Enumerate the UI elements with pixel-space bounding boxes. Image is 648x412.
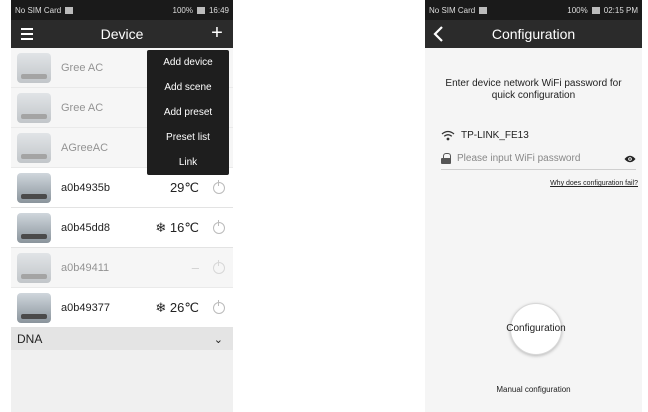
page-title: Configuration [491, 26, 576, 42]
power-icon[interactable] [213, 259, 225, 274]
carrier-text: No SIM Card [15, 5, 62, 15]
device-temperature: ❄ 26℃ [155, 299, 199, 315]
power-icon[interactable] [213, 299, 225, 314]
clock-text: 02:15 PM [603, 5, 638, 15]
device-screen: No SIM Card 100% 16:49 Device + Gree AC … [11, 0, 233, 412]
manual-configuration-link[interactable]: Manual configuration [425, 385, 642, 394]
instruction-text: Enter device network WiFi password for q… [445, 78, 622, 101]
wifi-ssid: TP-LINK_FE13 [461, 129, 529, 141]
menu-icon[interactable] [13, 20, 41, 48]
device-name: a0b4935b [61, 181, 110, 194]
list-item[interactable]: a0b45dd8 ❄ 16℃ [11, 208, 233, 248]
device-name: a0b49377 [61, 301, 110, 314]
lock-icon [441, 153, 451, 164]
device-temperature: – [191, 260, 199, 275]
plus-icon[interactable]: + [207, 23, 227, 44]
device-thumbnail [17, 212, 51, 243]
chevron-down-icon[interactable]: ⌄ [214, 333, 223, 346]
list-item[interactable]: a0b49411 – [11, 248, 233, 288]
menu-item-preset-list[interactable]: Preset list [147, 125, 229, 150]
battery-text: 100% [172, 5, 193, 15]
sim-icon [65, 6, 74, 14]
device-thumbnail [17, 172, 51, 203]
battery-icon [196, 6, 205, 14]
battery-icon [591, 6, 600, 14]
password-field[interactable]: Please input WiFi password [441, 148, 636, 170]
device-temperature: 29℃ [169, 179, 199, 195]
menu-item-add-device[interactable]: Add device [147, 50, 229, 75]
device-name: a0b49411 [61, 261, 110, 274]
eye-icon[interactable] [624, 155, 636, 163]
device-thumbnail [17, 252, 51, 283]
menu-item-add-preset[interactable]: Add preset [147, 100, 229, 125]
sim-icon [479, 6, 488, 14]
wifi-icon [441, 130, 455, 140]
device-thumbnail [17, 292, 51, 323]
menu-item-link[interactable]: Link [147, 150, 229, 175]
menu-item-add-scene[interactable]: Add scene [147, 75, 229, 100]
device-name: a0b45dd8 [61, 221, 110, 234]
status-bar: No SIM Card 100% 02:15 PM [425, 0, 642, 20]
configuration-screen: No SIM Card 100% 02:15 PM Configuration … [425, 0, 642, 412]
configuration-content: Enter device network WiFi password for q… [425, 48, 642, 412]
clock-text: 16:49 [208, 5, 229, 15]
password-placeholder[interactable]: Please input WiFi password [457, 153, 618, 164]
wifi-network-row: TP-LINK_FE13 [441, 126, 628, 144]
app-bar: Device + [11, 20, 233, 48]
device-thumbnail [17, 52, 51, 83]
power-icon[interactable] [213, 179, 225, 194]
device-thumbnail [17, 92, 51, 123]
configuration-button[interactable]: Configuration [506, 303, 566, 355]
list-item[interactable]: a0b49377 ❄ 26℃ [11, 288, 233, 328]
group-label: DNA [17, 332, 43, 346]
group-header-dna[interactable]: DNA ⌄ [11, 328, 233, 350]
device-temperature: ❄ 16℃ [155, 219, 199, 235]
status-bar: No SIM Card 100% 16:49 [11, 0, 233, 20]
device-thumbnail [17, 132, 51, 163]
back-icon[interactable] [429, 24, 449, 44]
help-link[interactable]: Why does configuration fail? [425, 180, 638, 187]
battery-text: 100% [567, 5, 588, 15]
add-menu: Add device Add scene Add preset Preset l… [147, 50, 229, 175]
app-bar: Configuration [425, 20, 642, 48]
page-title: Device [100, 26, 144, 42]
power-icon[interactable] [213, 219, 225, 234]
carrier-text: No SIM Card [429, 5, 476, 15]
